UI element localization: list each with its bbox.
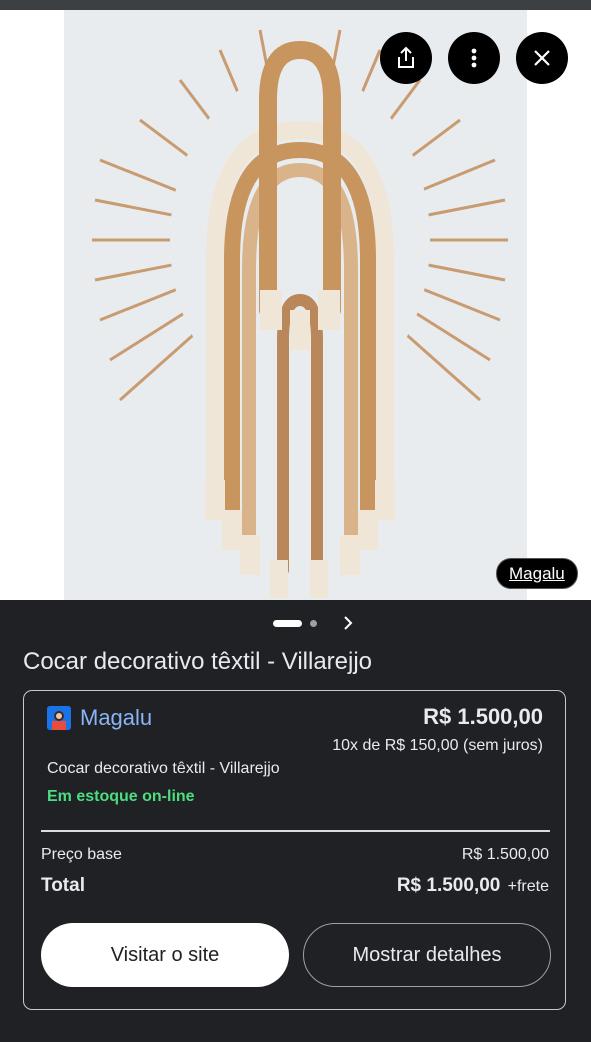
image-source-label: Magalu xyxy=(509,563,565,583)
offer-product-name: Cocar decorativo têxtil - Villarejjo xyxy=(47,760,280,777)
pager-dot-active[interactable] xyxy=(273,620,302,627)
share-icon xyxy=(398,46,414,68)
share-button[interactable] xyxy=(380,32,432,84)
total-label: Total xyxy=(41,875,85,896)
image-pager xyxy=(0,612,591,634)
total-value: R$ 1.500,00 +frete xyxy=(397,875,549,897)
product-title: Cocar decorativo têxtil - Villarejjo xyxy=(23,648,373,675)
image-source-link[interactable]: Magalu xyxy=(496,558,578,589)
visit-site-button[interactable]: Visitar o site xyxy=(41,923,289,987)
stock-status: Em estoque on-line xyxy=(47,788,195,805)
status-bar xyxy=(0,0,591,10)
show-details-button[interactable]: Mostrar detalhes xyxy=(303,923,551,987)
close-button[interactable] xyxy=(516,32,568,84)
next-image-button[interactable] xyxy=(338,612,358,634)
seller-logo-icon xyxy=(47,706,71,730)
installments: 10x de R$ 150,00 (sem juros) xyxy=(332,737,543,754)
seller-name[interactable]: Magalu xyxy=(80,705,152,731)
more-vert-icon xyxy=(471,48,477,68)
shipping-note: +frete xyxy=(507,878,549,895)
divider xyxy=(41,830,550,832)
cocar-image xyxy=(0,10,591,600)
offer-price: R$ 1.500,00 xyxy=(423,704,543,729)
product-image[interactable] xyxy=(0,10,591,600)
more-options-button[interactable] xyxy=(448,32,500,84)
seller-row[interactable]: Magalu xyxy=(47,705,152,731)
base-price-label: Preço base xyxy=(41,846,122,863)
pager-dot[interactable] xyxy=(310,620,317,627)
close-icon xyxy=(534,50,550,66)
chevron-right-icon xyxy=(344,616,353,630)
base-price-value: R$ 1.500,00 xyxy=(461,846,549,863)
total-amount: R$ 1.500,00 xyxy=(396,875,501,896)
offer-card: Magalu R$ 1.500,00 10x de R$ 150,00 (sem… xyxy=(23,690,566,1010)
